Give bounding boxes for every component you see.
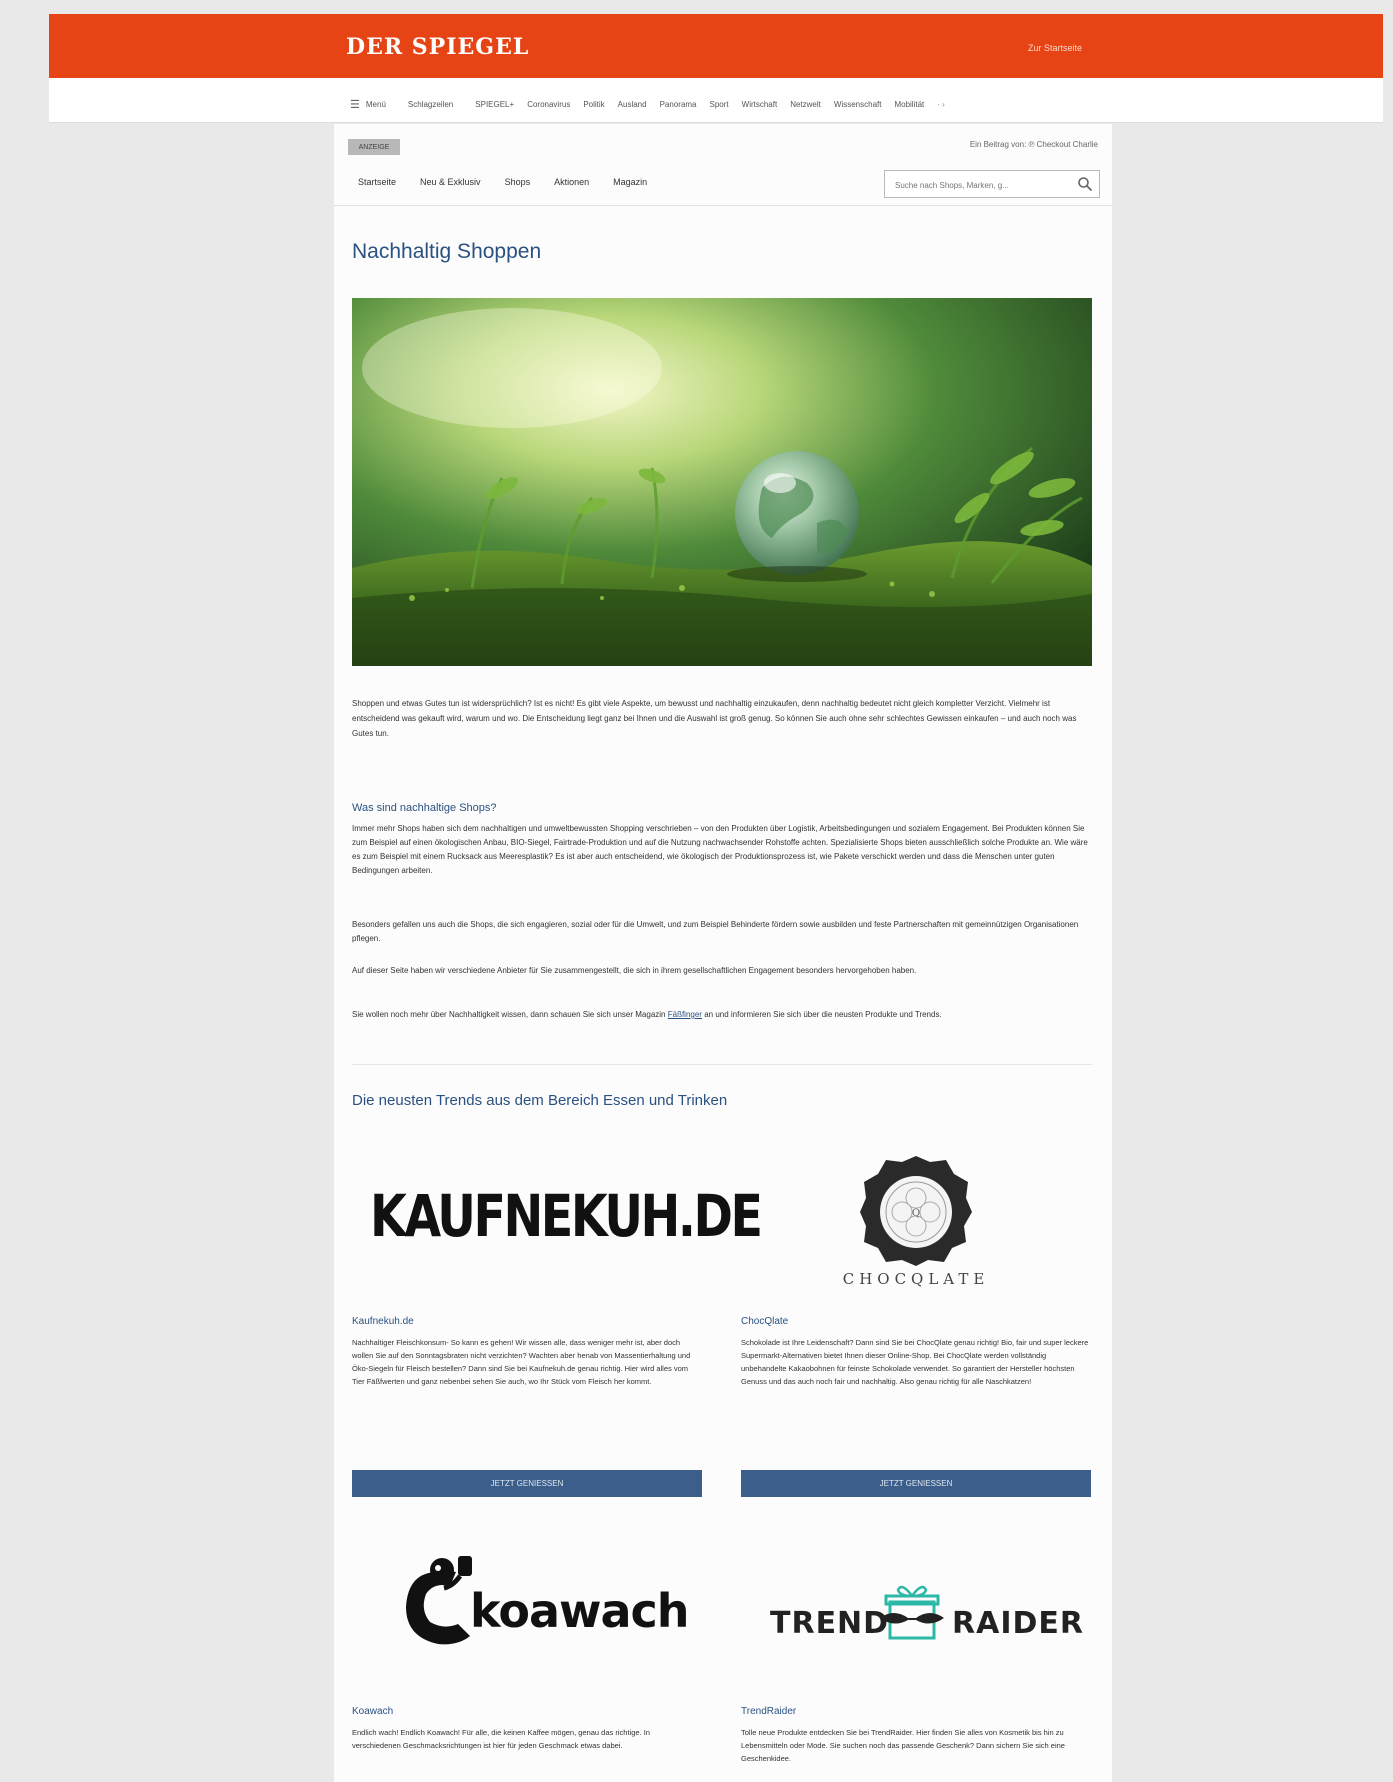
search-box xyxy=(884,170,1100,198)
nav-more-icon[interactable]: · › xyxy=(937,100,945,109)
to-start-link[interactable]: Zur Startseite xyxy=(1028,43,1082,53)
shop-name-trendraider[interactable]: TrendRaider xyxy=(741,1706,796,1717)
paragraph-4: Sie wollen noch mehr über Nachhaltigkeit… xyxy=(352,1008,1090,1022)
trendraider-wordmark-right[interactable]: RAIDER xyxy=(952,1606,1084,1641)
subnav-startseite[interactable]: Startseite xyxy=(358,177,396,187)
header-bar xyxy=(49,14,1383,78)
paragraph-3: Auf dieser Seite haben wir verschiedene … xyxy=(352,966,917,975)
chocqlate-seal-icon[interactable]: Q xyxy=(858,1152,974,1268)
shop-text-koawach: Endlich wach! Endlich Koawach! Für alle,… xyxy=(352,1728,650,1750)
nav-item-mobilitaet[interactable]: Mobilität xyxy=(894,100,924,109)
section-divider xyxy=(352,1064,1092,1065)
trendraider-wordmark-left[interactable]: TREND xyxy=(770,1606,889,1641)
shop-name-chocqlate[interactable]: ChocQlate xyxy=(741,1316,788,1327)
chocqlate-wordmark[interactable]: CHOCQLATE xyxy=(816,1270,1016,1288)
ad-label: ANZEIGE xyxy=(348,139,400,155)
kaufnekuh-logo[interactable]: KAUFNEKUH.DE xyxy=(370,1182,763,1262)
hamburger-icon[interactable]: ☰ xyxy=(350,98,360,111)
paragraph-4-tail: an und informieren Sie sich über die neu… xyxy=(701,1010,942,1019)
shop-name-kaufnekuh[interactable]: Kaufnekuh.de xyxy=(352,1316,414,1327)
subnav-neu-exklusiv[interactable]: Neu & Exklusiv xyxy=(420,177,481,187)
magazin-link[interactable]: Fäßfinger xyxy=(668,1010,702,1019)
nav-item-wirtschaft[interactable]: Wirtschaft xyxy=(742,100,778,109)
cta-button-kaufnekuh[interactable]: JETZT GENIESSEN xyxy=(352,1470,702,1497)
nav-menu[interactable]: Menü xyxy=(366,100,386,109)
shop-name-koawach[interactable]: Koawach xyxy=(352,1706,393,1717)
subnav-divider xyxy=(334,205,1112,206)
cta-button-chocqlate[interactable]: JETZT GENIESSEN xyxy=(741,1470,1091,1497)
nav-item-netzwelt[interactable]: Netzwelt xyxy=(790,100,821,109)
nav-item-coronavirus[interactable]: Coronavirus xyxy=(527,100,570,109)
subnav-aktionen[interactable]: Aktionen xyxy=(554,177,589,187)
trends-heading: Die neusten Trends aus dem Bereich Essen… xyxy=(352,1092,728,1109)
subnav-shops[interactable]: Shops xyxy=(505,177,531,187)
nav-item-sport[interactable]: Sport xyxy=(710,100,729,109)
shop-text-chocqlate: Schokolade ist Ihre Leidenschaft? Dann s… xyxy=(741,1338,1089,1386)
nav-item-wissenschaft[interactable]: Wissenschaft xyxy=(834,100,882,109)
search-icon[interactable] xyxy=(1077,176,1093,192)
nav-item-ausland[interactable]: Ausland xyxy=(618,100,647,109)
contribution-note: Ein Beitrag von: ℗ Checkout Charlie xyxy=(969,140,1098,149)
paragraph-2: Besonders gefallen uns auch die Shops, d… xyxy=(352,920,1079,943)
intro-text: Shoppen und etwas Gutes tun ist widerspr… xyxy=(352,699,1077,738)
trendraider-gift-icon[interactable] xyxy=(880,1580,944,1642)
nav-item-schlagzeilen[interactable]: Schlagzeilen xyxy=(408,100,453,109)
hero-image xyxy=(352,298,1092,666)
svg-text:Q: Q xyxy=(912,1208,920,1219)
shop-text-kaufnekuh: Nachhaltiger Fleischkonsum- So kann es g… xyxy=(352,1338,691,1386)
brand-logo[interactable]: DER SPIEGEL xyxy=(346,34,529,60)
subnav-magazin[interactable]: Magazin xyxy=(613,177,647,187)
page-title: Nachhaltig Shoppen xyxy=(352,240,542,263)
koawach-wordmark[interactable]: koawach xyxy=(470,1584,690,1638)
nav-item-panorama[interactable]: Panorama xyxy=(660,100,697,109)
paragraph-1: Immer mehr Shops haben sich dem nachhalt… xyxy=(352,824,1088,875)
shop-text-trendraider: Tolle neue Produkte entdecken Sie bei Tr… xyxy=(741,1728,1065,1763)
paragraph-4-text: Sie wollen noch mehr über Nachhaltigkeit… xyxy=(352,1010,668,1019)
nav-item-politik[interactable]: Politik xyxy=(583,100,604,109)
nav-item-spiegel-plus[interactable]: SPIEGEL+ xyxy=(475,100,514,109)
search-input[interactable] xyxy=(893,176,1073,194)
section-heading: Was sind nachhaltige Shops? xyxy=(352,802,497,814)
main-nav: ☰ Menü Schlagzeilen SPIEGEL+ Coronavirus… xyxy=(350,96,1100,112)
partner-subnav: Startseite Neu & Exklusiv Shops Aktionen… xyxy=(358,177,647,187)
